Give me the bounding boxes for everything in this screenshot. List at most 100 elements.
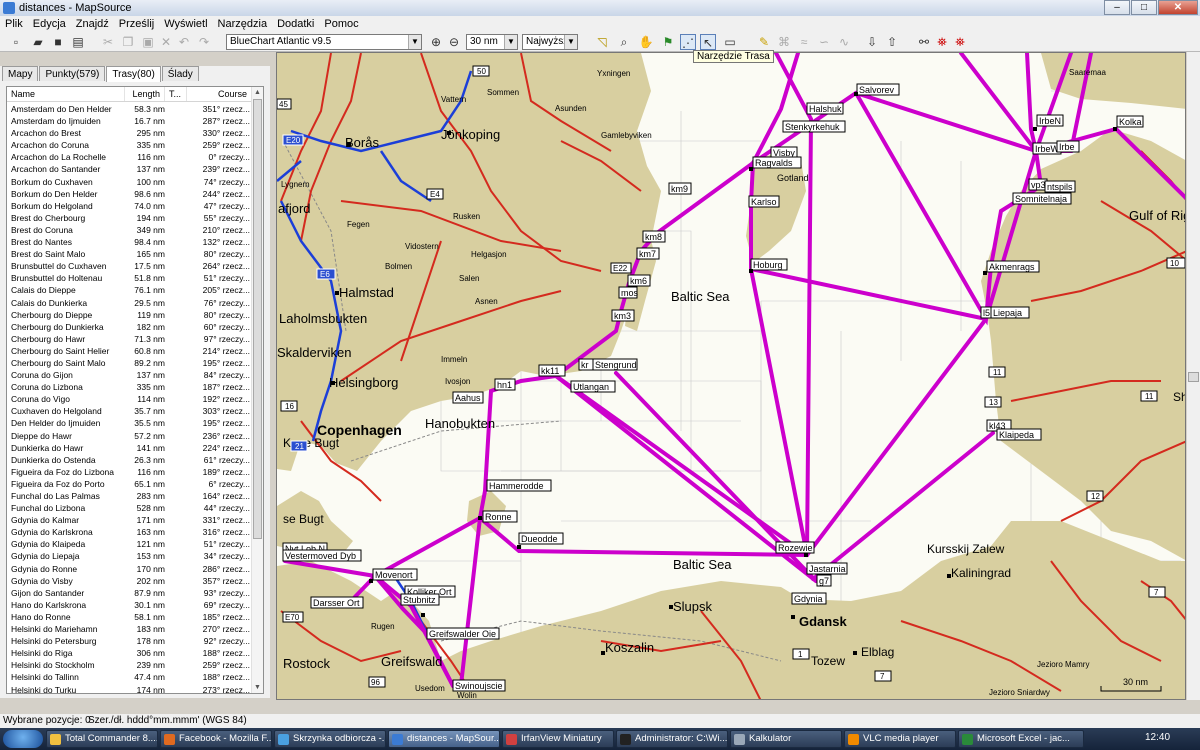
waypoint-greifswalder-oie[interactable]: Greifswalder Oie [426, 627, 500, 640]
list-item[interactable]: Calais do Dieppe 76.1 nm 205° rzecz... [7, 284, 252, 296]
ruler-icon[interactable]: ▭ [722, 34, 738, 50]
zoom-tool-icon[interactable]: ⌕ [616, 34, 632, 50]
taskbar-item-vlc[interactable]: VLC media player [844, 730, 956, 748]
list-item[interactable]: Amsterdam do Den Helder 58.3 nm 351° rzecz… [7, 103, 252, 115]
print-icon[interactable]: ▤ [70, 34, 86, 50]
waypoint-mos[interactable]: mos [618, 286, 639, 299]
waypoint-swinoujscie[interactable]: Swinoujscie [452, 679, 506, 692]
list-scrollbar[interactable]: ▲ ▼ [251, 87, 263, 693]
taskbar-item-cmd[interactable]: Administrator: C:\Wi... [616, 730, 728, 748]
map-scroll-thumb[interactable] [1188, 372, 1199, 382]
menu-pomoc[interactable]: Pomoc [319, 18, 363, 30]
waypoint-stubnitz[interactable]: Stubnitz [400, 593, 440, 606]
list-item[interactable]: Calais do Dunkierka 29.5 nm 76° rzeczy... [7, 297, 252, 309]
waypoint-aahus[interactable]: Aahus [452, 391, 484, 404]
scroll-up-icon[interactable]: ▲ [252, 87, 263, 98]
pointer-icon[interactable]: ↖ [700, 34, 716, 50]
waypoint-visby[interactable]: Visby [770, 146, 798, 159]
waypoint-stenkyrkehuk[interactable]: Stenkyrkehuk [782, 120, 846, 133]
list-item[interactable]: Coruna do Vigo 114 nm 192° rzecz... [7, 393, 252, 405]
list-item[interactable]: Funchal do Lizbona 528 nm 44° rzeczy... [7, 502, 252, 514]
list-item[interactable]: Brunsbuttel do Holtenau 51.8 nm 51° rzeczy… [7, 272, 252, 284]
tab-mapy[interactable]: Mapy [2, 66, 39, 81]
list-item[interactable]: Gdynia do Klaipeda 121 nm 51° rzeczy... [7, 538, 252, 550]
delete-icon[interactable]: ✕ [158, 34, 174, 50]
waypoint-kr[interactable]: kr [578, 358, 594, 371]
waypoint-hn1[interactable]: hn1 [494, 378, 516, 391]
copy-icon[interactable]: ❐ [120, 34, 136, 50]
list-item[interactable]: Arcachon do Brest 295 nm 330° rzecz... [7, 127, 252, 139]
paste-icon[interactable]: ▣ [140, 34, 156, 50]
list-item[interactable]: Amsterdam do Ijmuiden 16.7 nm 287° rzecz..… [7, 115, 252, 127]
start-button[interactable] [3, 730, 43, 748]
waypoint-kk11[interactable]: kk11 [538, 364, 566, 377]
pan-tool-icon[interactable]: ✋ [638, 34, 654, 50]
waypoint-km3[interactable]: km3 [611, 309, 635, 322]
taskbar-item-excel[interactable]: Microsoft Excel - jac... [958, 730, 1084, 748]
waypoint-ventspils[interactable]: ntspils [1044, 180, 1076, 193]
list-item[interactable]: Cherbourg do Dunkierka 182 nm 60° rzeczy..… [7, 321, 252, 333]
taskbar-item-mapsource[interactable]: distances - MapSour... [388, 730, 500, 748]
receive-from-device-icon[interactable]: ⇩ [864, 34, 880, 50]
scroll-thumb[interactable] [253, 99, 262, 539]
list-item[interactable]: Borkum do Helgoland 74.0 nm 47° rzeczy... [7, 200, 252, 212]
taskbar-item-firefox[interactable]: Facebook - Mozilla F... [160, 730, 272, 748]
zoom-in-icon[interactable]: ⊕ [428, 34, 444, 50]
scroll-down-icon[interactable]: ▼ [252, 682, 263, 693]
open-folder-icon[interactable]: ▰ [30, 34, 46, 50]
waypoint-tool-icon[interactable]: ⚑ [660, 34, 676, 50]
tab-trasy[interactable]: Trasy(80) [106, 66, 161, 82]
waypoint-irbe[interactable]: Irbe [1056, 140, 1080, 153]
waypoint-ronne[interactable]: Ronne [478, 510, 518, 523]
list-item[interactable]: Arcachon do Santander 137 nm 239° rzecz... [7, 163, 252, 175]
list-item[interactable]: Cherbourg do Saint Malo 89.2 nm 195° rzecz… [7, 357, 252, 369]
zoom-out-icon[interactable]: ⊖ [446, 34, 462, 50]
map-canvas[interactable]: Borås Jönkoping Halmstad Laholmsbukten S… [277, 53, 1186, 700]
waypoint-km6[interactable]: km6 [627, 274, 651, 287]
menu-narzedzia[interactable]: Narzędzia [213, 18, 273, 30]
redo-icon[interactable]: ↷ [196, 34, 212, 50]
waypoint-utlangan[interactable]: Utlangan [570, 380, 616, 393]
waypoint-gdynia[interactable]: Gdynia [791, 592, 827, 605]
list-item[interactable]: Hano do Karlskrona 30.1 nm 69° rzeczy... [7, 599, 252, 611]
tab-slady[interactable]: Ślady [161, 66, 199, 81]
waypoint-vp3[interactable]: vp3 [1028, 178, 1048, 191]
waypoint-halshuk[interactable]: Halshuk [806, 102, 844, 115]
list-item[interactable]: Helsinki do Turku 174 nm 273° rzecz... [7, 684, 252, 694]
list-item[interactable]: Gdynia do Visby 202 nm 357° rzecz... [7, 575, 252, 587]
save-icon[interactable]: ■ [50, 34, 66, 50]
waypoint-stengrund[interactable]: Stengrund [592, 358, 638, 371]
cut-icon[interactable]: ✂ [100, 34, 116, 50]
column-header-course[interactable]: Course [187, 87, 252, 101]
minimize-button[interactable]: – [1104, 0, 1130, 15]
list-item[interactable]: Coruna do Gijon 137 nm 84° rzeczy... [7, 369, 252, 381]
waypoint-km8[interactable]: km8 [642, 230, 666, 243]
list-item[interactable]: Gijon do Santander 87.9 nm 93° rzeczy... [7, 587, 252, 599]
waypoint-karlso[interactable]: Karlso [748, 195, 780, 208]
list-item[interactable]: Brest do Saint Malo 165 nm 80° rzeczy... [7, 248, 252, 260]
menu-plik[interactable]: Plik [0, 18, 28, 30]
close-button[interactable]: ✕ [1158, 0, 1198, 15]
waypoint-jastarnia[interactable]: Jastarnia [806, 562, 848, 575]
taskbar-item-irfanview[interactable]: IrfanView Miniatury [502, 730, 614, 748]
list-item[interactable]: Helsinki do Petersburg 178 nm 92° rzeczy..… [7, 635, 252, 647]
taskbar-item-mail[interactable]: Skrzynka odbiorcza -... [274, 730, 386, 748]
track-erase-icon[interactable]: ≈ [796, 34, 812, 50]
waypoint-somnitelnaja[interactable]: Somnitelnaja [1012, 192, 1072, 205]
list-item[interactable]: Dunkierka do Hawr 141 nm 224° rzecz... [7, 442, 252, 454]
list-item[interactable]: Brest do Coruna 349 nm 210° rzecz... [7, 224, 252, 236]
waypoint-km9[interactable]: km9 [668, 182, 692, 195]
find-binoculars-icon[interactable]: ⚯ [916, 34, 932, 50]
detail-select[interactable]: Najwyższe ▼ [522, 34, 578, 50]
maximize-button[interactable]: □ [1131, 0, 1157, 15]
list-item[interactable]: Dieppe do Hawr 57.2 nm 236° rzecz... [7, 430, 252, 442]
list-item[interactable]: Helsinki do Mariehamn 183 nm 270° rzecz... [7, 623, 252, 635]
routes-list[interactable]: Name Length T... Course Amsterdam do Den… [6, 86, 264, 694]
taskbar-item-calculator[interactable]: Kalkulator [730, 730, 842, 748]
waypoint-hammerodde[interactable]: Hammerodde [486, 479, 552, 492]
send-to-device-icon[interactable]: ⇧ [884, 34, 900, 50]
list-item[interactable]: Cherbourg do Saint Helier 60.8 nm 214° rze… [7, 345, 252, 357]
map-scrollbar[interactable] [1187, 52, 1200, 700]
list-item[interactable]: Hano do Ronne 58.1 nm 185° rzecz... [7, 611, 252, 623]
list-item[interactable]: Cherbourg do Dieppe 119 nm 80° rzeczy... [7, 309, 252, 321]
